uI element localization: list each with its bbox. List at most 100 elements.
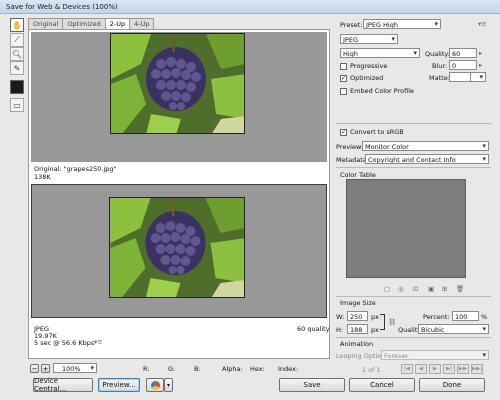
cancel-button-label: Cancel <box>370 381 394 389</box>
zoom-tool-icon[interactable]: 🔍︎ <box>10 47 24 61</box>
slice-select-tool-icon[interactable]: ⟋ <box>10 33 24 47</box>
tab-original[interactable]: Original <box>28 18 64 29</box>
readout-g-label: G: <box>168 365 176 373</box>
save-button-label: Save <box>303 381 321 389</box>
add-color-icon[interactable]: ▣ <box>428 285 434 293</box>
chain-icon[interactable]: ⛓︎ <box>388 318 396 326</box>
first-frame-button[interactable]: |◀ <box>401 364 413 374</box>
original-info: Original: "grapes250.jpg" 138K <box>31 162 327 184</box>
percent-input[interactable]: 100 <box>452 311 479 321</box>
preview-select[interactable]: Monitor Color <box>362 141 489 151</box>
delete-color-icon[interactable]: 🗑︎ <box>456 285 464 293</box>
last-frame-button[interactable]: ▶▶ <box>457 364 469 374</box>
preview-button-label: Preview... <box>102 381 136 389</box>
browser-select-button[interactable]: ▾ <box>164 378 173 392</box>
color-table[interactable] <box>346 179 466 278</box>
width-label: W: <box>336 313 345 321</box>
save-button[interactable]: Save <box>279 378 345 392</box>
title-bar: Save for Web & Devices (100%) <box>0 0 500 14</box>
format-value: JPEG <box>343 36 358 44</box>
cancel-button[interactable]: Cancel <box>349 378 415 392</box>
preview-area: Original: "grapes250.jpg" 138K JPEG 19.9… <box>28 29 330 359</box>
convert-srgb-checkbox[interactable]: ✓ <box>340 129 347 136</box>
preview-button[interactable]: Preview... <box>98 378 140 392</box>
done-button-label: Done <box>442 381 462 389</box>
percent-value: 100 <box>455 313 468 321</box>
matte-swatch[interactable] <box>449 72 471 82</box>
looping-options-value: Forever <box>384 352 409 360</box>
blur-input-value: 0 <box>452 62 457 70</box>
readout-b-label: B: <box>194 365 201 373</box>
quality-slider-arrow-icon[interactable]: ▸ <box>479 49 482 57</box>
next-frame-button[interactable]: ▶| <box>443 364 455 374</box>
toolbox: ✋ ⟋ 🔍︎ ✎ ▭ <box>8 18 26 118</box>
metadata-select[interactable]: Copyright and Contact Info <box>365 154 489 164</box>
height-input[interactable]: 188 <box>347 324 368 334</box>
browser-icon <box>150 380 160 390</box>
preset-select[interactable]: JPEG High <box>363 19 441 29</box>
hand-tool-icon[interactable]: ✋ <box>10 18 24 32</box>
zoom-level-select[interactable]: 100% <box>53 363 97 373</box>
looping-options-select[interactable]: Forever <box>381 350 489 360</box>
percent-label: Percent: <box>423 313 450 321</box>
preview-label: Preview: <box>336 143 364 151</box>
zoom-out-button[interactable]: − <box>30 364 39 373</box>
format-select[interactable]: JPEG <box>340 34 398 44</box>
optimized-image <box>109 197 245 298</box>
window-title: Save for Web & Devices (100%) <box>6 3 118 11</box>
height-value: 188 <box>350 326 363 334</box>
download-speed-menu-icon[interactable]: ▾≡ <box>94 338 103 346</box>
zoom-level-value: 100% <box>62 365 81 373</box>
quality-input[interactable]: 60 <box>449 48 477 58</box>
done-button[interactable]: Done <box>419 378 485 392</box>
device-central-button[interactable]: Device Central... <box>33 377 93 393</box>
last-frame-end-button[interactable]: ▶▶| <box>471 364 483 374</box>
preset-label: Preset: <box>340 21 363 29</box>
previous-frame-button[interactable]: ◀ <box>415 364 427 374</box>
resample-quality-select[interactable]: Bicubic <box>418 324 489 334</box>
zoom-in-button[interactable]: + <box>41 364 50 373</box>
blur-slider-arrow-icon[interactable]: ▸ <box>479 61 482 69</box>
preset-value: JPEG High <box>366 21 398 29</box>
optimized-pane <box>31 184 327 318</box>
width-input[interactable]: 250 <box>347 311 368 321</box>
embed-profile-checkbox[interactable] <box>340 88 347 95</box>
eyedropper-tool-icon[interactable]: ✎ <box>10 61 24 75</box>
percent-unit: % <box>481 313 488 321</box>
matte-label: Matte: <box>429 74 450 82</box>
map-color-icon[interactable]: ▢ <box>384 285 390 293</box>
constrain-proportions-link-icon[interactable] <box>380 314 385 330</box>
progressive-checkbox[interactable] <box>340 63 347 70</box>
readout-alpha-label: Alpha: <box>222 365 243 373</box>
web-snap-icon[interactable]: ◎ <box>398 285 404 293</box>
readout-r-label: R: <box>143 365 150 373</box>
tab-optimized[interactable]: Optimized <box>62 18 106 29</box>
original-filename: Original: "grapes250.jpg" <box>34 165 117 173</box>
divider <box>336 123 491 124</box>
tab-2up[interactable]: 2-Up <box>104 18 131 29</box>
resample-quality-value: Bicubic <box>421 326 445 334</box>
optimized-label: Optimized <box>350 74 384 82</box>
blur-label: Blur: <box>432 62 448 70</box>
quality-label: Quality: <box>425 50 450 58</box>
preview-value: Monitor Color <box>365 143 409 151</box>
new-color-icon[interactable]: ⊞ <box>442 285 447 293</box>
frame-counter: 1 of 1 <box>362 366 381 374</box>
convert-srgb-label: Convert to sRGB <box>350 128 404 136</box>
browser-preview-button[interactable] <box>146 378 164 392</box>
play-button[interactable]: ▶ <box>429 364 441 374</box>
matte-select[interactable] <box>470 72 486 82</box>
lock-color-icon[interactable]: ⊡ <box>413 285 418 293</box>
tab-4up[interactable]: 4-Up <box>129 18 155 29</box>
readout-hex-label: Hex: <box>250 365 265 373</box>
divider <box>336 296 491 297</box>
optimize-menu-icon[interactable]: ▾≡ <box>478 20 487 28</box>
optimized-download-time: 5 sec @ 56.6 Kbps <box>34 339 95 347</box>
toggle-slices-icon[interactable]: ▭ <box>10 98 24 112</box>
quality-preset-select[interactable]: High <box>340 48 420 58</box>
image-size-title: Image Size <box>340 299 376 307</box>
eyedropper-color-swatch[interactable] <box>10 80 24 94</box>
progressive-label: Progressive <box>350 62 388 70</box>
blur-input[interactable]: 0 <box>449 60 477 70</box>
optimized-checkbox[interactable]: ✓ <box>340 75 347 82</box>
